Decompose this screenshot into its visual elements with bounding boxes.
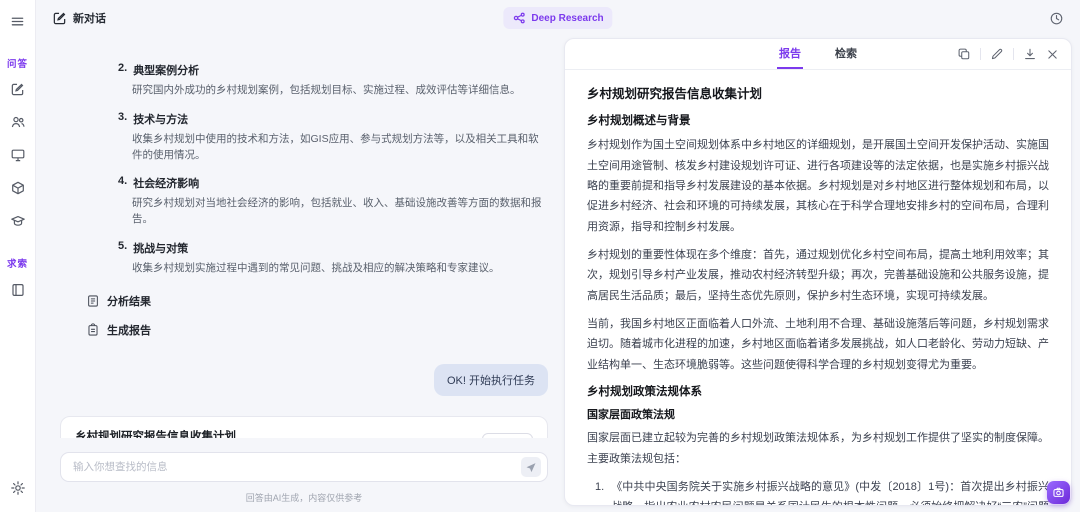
apps-button[interactable] — [6, 176, 30, 200]
topbar: 新对话 Deep Research — [36, 0, 1080, 36]
step-title: 社会经济影响 — [133, 178, 200, 191]
report-list-item: 1. 《中共中央国务院关于实施乡村振兴战略的意见》(中发〔2018〕1号)：首次… — [587, 477, 1049, 505]
gear-icon — [10, 481, 25, 495]
content-area: 2. 典型案例分析 研究国内外成功的乡村规划案例，包括规划目标、实施过程、成效评估… — [36, 36, 1080, 512]
chat-scroll-area[interactable]: 2. 典型案例分析 研究国内外成功的乡村规划案例，包括规划目标、实施过程、成效评估… — [60, 36, 548, 438]
report-tabs: 报告 检索 — [777, 39, 859, 69]
book-icon — [11, 283, 24, 297]
list-item-text: 《中共中央国务院关于实施乡村振兴战略的意见》(中发〔2018〕1号)：首次提出乡… — [611, 480, 1049, 505]
report-panel: 报告 检索 乡村规划研究报告信息收集计划 乡村规划概述与背景 乡村规划作为国土空… — [564, 38, 1072, 506]
download-button[interactable] — [1023, 47, 1037, 61]
deep-research-badge[interactable]: Deep Research — [503, 7, 613, 29]
tab-search[interactable]: 检索 — [833, 39, 859, 69]
action-analysis[interactable]: 分析结果 — [86, 293, 548, 309]
ai-disclaimer: 回答由AI生成，内容仅供参考 — [245, 493, 363, 503]
tab-report[interactable]: 报告 — [777, 39, 803, 69]
graduation-cap-icon — [10, 216, 25, 226]
report-toolbar — [957, 47, 1059, 61]
plan-steps: 2. 典型案例分析 研究国内外成功的乡村规划案例，包括规划目标、实施过程、成效评估… — [118, 62, 548, 277]
download-icon — [1025, 48, 1035, 60]
user-message-bubble: OK! 开始执行任务 — [433, 363, 548, 396]
app-root: 问答 求索 新对话 Deep Research 2. 典型案例分析 研究国内外成… — [0, 0, 1080, 512]
task-close-button[interactable]: 关闭 — [482, 432, 533, 438]
compose-icon — [53, 12, 66, 24]
edit-button[interactable] — [990, 47, 1004, 61]
deep-research-icon — [513, 12, 525, 24]
camera-icon — [1053, 487, 1064, 497]
chat-input[interactable] — [73, 461, 521, 473]
report-heading: 乡村规划政策法规体系 — [587, 386, 702, 399]
report-paragraph: 当前，我国乡村地区正面临着人口外流、土地利用不合理、基础设施落后等问题，乡村规划… — [587, 318, 1049, 371]
settings-button[interactable] — [6, 476, 30, 500]
cube-icon — [11, 181, 24, 195]
report-subheading: 国家层面政策法规 — [587, 408, 675, 421]
screenshot-widget-button[interactable] — [1047, 481, 1070, 504]
new-chat-button[interactable]: 新对话 — [52, 10, 106, 26]
left-rail: 问答 求索 — [0, 0, 36, 512]
report-heading: 乡村规划概述与背景 — [587, 115, 691, 127]
new-chat-rail-button[interactable] — [6, 78, 29, 101]
history-icon — [1050, 12, 1063, 24]
copy-icon — [958, 48, 970, 60]
agents-button[interactable] — [6, 110, 30, 134]
step-title: 技术与方法 — [133, 113, 189, 126]
toolbar-divider — [1013, 48, 1014, 60]
report-header: 报告 检索 — [565, 39, 1071, 70]
step-description: 收集乡村规划中使用的技术和方法，如GIS应用、参与式规划方法等，以及相关工具和软… — [132, 132, 539, 161]
task-card-text: 乡村规划研究报告信息收集计划 报告已完成 — [75, 428, 236, 439]
step-number: 3. — [118, 110, 128, 123]
action-label: 生成报告 — [107, 324, 151, 337]
new-chat-label: 新对话 — [73, 13, 106, 25]
step-description: 研究国内外成功的乡村规划案例，包括规划目标、实施过程、成效评估等详细信息。 — [132, 84, 521, 96]
learn-button[interactable] — [6, 209, 30, 233]
step-number: 4. — [118, 175, 128, 188]
plan-step: 3. 技术与方法 收集乡村规划中使用的技术和方法，如GIS应用、参与式规划方法等，… — [118, 111, 548, 164]
send-icon — [526, 463, 536, 473]
report-title: 乡村规划研究报告信息收集计划 — [587, 87, 763, 101]
history-button[interactable] — [1049, 11, 1064, 26]
close-icon — [1048, 49, 1057, 59]
report-task-card[interactable]: 乡村规划研究报告信息收集计划 报告已完成 关闭 — [60, 415, 548, 439]
pen-icon — [991, 48, 1003, 60]
toolbar-divider — [980, 48, 981, 60]
compose-icon — [11, 83, 24, 96]
copy-button[interactable] — [957, 47, 971, 61]
deep-research-label: Deep Research — [531, 12, 604, 24]
report-paragraph: 乡村规划作为国土空间规划体系中乡村地区的详细规划，是开展国土空间开发保护活动、实… — [587, 139, 1049, 233]
action-generate-report[interactable]: 生成报告 — [86, 322, 548, 338]
step-title: 挑战与对策 — [133, 242, 189, 255]
step-title: 典型案例分析 — [133, 65, 200, 77]
report-content[interactable]: 乡村规划研究报告信息收集计划 乡村规划概述与背景 乡村规划作为国土空间规划体系中… — [565, 70, 1071, 505]
report-paragraph: 国家层面已建立起较为完善的乡村规划政策法规体系，为乡村规划工作提供了坚实的制度保… — [587, 432, 1049, 465]
step-number: 5. — [118, 239, 128, 252]
workspace-button[interactable] — [6, 143, 30, 167]
rail-label-qa: 问答 — [6, 59, 28, 70]
menu-button[interactable] — [6, 10, 29, 33]
clipboard-icon — [88, 322, 98, 336]
main-column: 新对话 Deep Research 2. 典型案例分析 研究国内外成功的乡村规划案… — [36, 0, 1080, 512]
menu-icon — [11, 17, 24, 26]
user-message-row: OK! 开始执行任务 — [60, 363, 548, 396]
monitor-icon — [11, 149, 24, 162]
chat-input-row — [60, 452, 548, 482]
action-label: 分析结果 — [107, 295, 151, 308]
plan-step: 5. 挑战与对策 收集乡村规划实施过程中遇到的常见问题、挑战及相应的解决策略和专家… — [118, 240, 548, 277]
rail-label-research: 求索 — [6, 259, 28, 270]
task-card-title: 乡村规划研究报告信息收集计划 — [75, 430, 236, 439]
chat-panel: 2. 典型案例分析 研究国内外成功的乡村规划案例，包括规划目标、实施过程、成效评估… — [36, 36, 562, 512]
document-icon — [88, 294, 98, 307]
step-number: 2. — [118, 62, 128, 74]
plan-step: 2. 典型案例分析 研究国内外成功的乡村规划案例，包括规划目标、实施过程、成效评估… — [118, 62, 548, 99]
plan-step: 4. 社会经济影响 研究乡村规划对当地社会经济的影响，包括就业、收入、基础设施改善… — [118, 175, 548, 228]
step-description: 研究乡村规划对当地社会经济的影响，包括就业、收入、基础设施改善等方面的数据和报告… — [132, 197, 542, 225]
list-item-number: 1. — [595, 480, 605, 493]
report-paragraph: 乡村规划的重要性体现在多个维度：首先，通过规划优化乡村空间布局，提高土地利用效率… — [587, 249, 1049, 302]
send-button[interactable] — [521, 457, 541, 477]
plan-actions: 分析结果 生成报告 — [86, 293, 548, 338]
library-button[interactable] — [6, 278, 30, 302]
close-panel-button[interactable] — [1046, 48, 1059, 61]
step-description: 收集乡村规划实施过程中遇到的常见问题、挑战及相应的解决策略和专家建议。 — [132, 261, 500, 274]
users-icon — [11, 116, 25, 128]
